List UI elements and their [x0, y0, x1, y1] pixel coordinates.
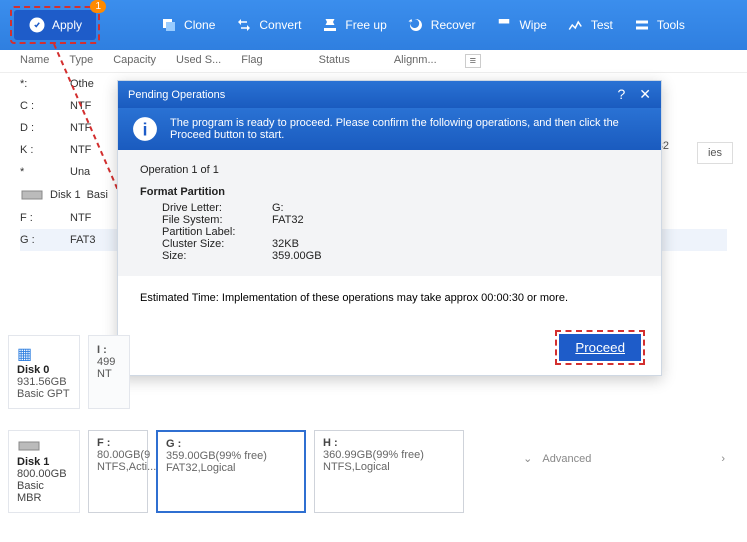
proceed-highlight: Proceed — [555, 330, 645, 365]
recover-label: Recover — [431, 18, 476, 32]
tile-size: 360.99GB(99% free) — [323, 449, 455, 461]
col-align[interactable]: Alignm... — [394, 54, 437, 68]
dialog-body: Operation 1 of 1 Format Partition Drive … — [118, 150, 661, 276]
kv-val: FAT32 — [272, 214, 304, 226]
apply-button[interactable]: Apply — [14, 10, 96, 40]
col-status[interactable]: Status — [319, 54, 350, 68]
wipe-button[interactable]: Wipe — [495, 16, 546, 34]
info-icon: i — [132, 116, 158, 142]
check-circle-icon — [28, 16, 46, 34]
test-label: Test — [591, 18, 613, 32]
apply-highlight: Apply 1 — [10, 6, 100, 44]
disk1-name: Disk 1 — [17, 456, 71, 468]
dialog-titlebar: Pending Operations ? ✕ — [118, 81, 661, 108]
col-used[interactable]: Used S... — [176, 54, 221, 68]
tile-type: NTFS,Acti... — [97, 461, 139, 473]
tile-letter: H : — [323, 437, 455, 449]
col-capacity[interactable]: Capacity — [113, 54, 156, 68]
tile-size: 80.00GB(9 — [97, 449, 139, 461]
partition-tile-f[interactable]: F : 80.00GB(9 NTFS,Acti... — [88, 430, 148, 513]
kv-key: Drive Letter: — [162, 202, 272, 214]
tile-size: 359.00GB(99% free) — [166, 450, 296, 462]
kv-val: 32KB — [272, 238, 299, 250]
kv-val: G: — [272, 202, 284, 214]
column-headers: Name Type Capacity Used S... Flag Status… — [0, 50, 747, 73]
dialog-message: i The program is ready to proceed. Pleas… — [118, 108, 661, 150]
wipe-label: Wipe — [519, 18, 546, 32]
disk-icon — [20, 188, 44, 202]
col-type[interactable]: Type — [69, 54, 93, 68]
partition-tile-g-selected[interactable]: G : 359.00GB(99% free) FAT32,Logical — [156, 430, 306, 513]
tools-button[interactable]: Tools — [633, 16, 685, 34]
help-icon[interactable]: ? — [617, 86, 625, 103]
disk1-type: Basic MBR — [17, 480, 71, 504]
wipe-icon — [495, 16, 513, 34]
dialog-message-text: The program is ready to proceed. Please … — [170, 117, 647, 141]
disk0-size: 931.56GB — [17, 376, 71, 388]
operation-name: Format Partition — [140, 186, 639, 198]
dialog-title: Pending Operations — [128, 89, 225, 101]
disk1-size: 800.00GB — [17, 468, 71, 480]
tile-letter: F : — [97, 437, 139, 449]
kv-val: 359.00GB — [272, 250, 322, 262]
disk0-type: Basic GPT — [17, 388, 71, 400]
operation-details: Drive Letter:G: File System:FAT32 Partit… — [162, 202, 639, 262]
kv-key: Size: — [162, 250, 272, 262]
freeup-label: Free up — [345, 18, 386, 32]
freeup-icon — [321, 16, 339, 34]
tile-type: NTFS,Logical — [323, 461, 455, 473]
tools-label: Tools — [657, 18, 685, 32]
clone-label: Clone — [184, 18, 215, 32]
tile-size: 499 — [97, 356, 121, 368]
estimate-text: Estimated Time: Implementation of these … — [118, 276, 661, 320]
recover-icon — [407, 16, 425, 34]
test-button[interactable]: Test — [567, 16, 613, 34]
kv-key: File System: — [162, 214, 272, 226]
test-icon — [567, 16, 585, 34]
operation-count: Operation 1 of 1 — [140, 164, 639, 176]
clone-button[interactable]: Clone — [160, 16, 215, 34]
tile-type: FAT32,Logical — [166, 462, 296, 474]
tile-letter: I : — [97, 344, 121, 356]
advanced-toggle[interactable]: ⌄ Advanced › — [523, 452, 725, 465]
clone-icon — [160, 16, 178, 34]
tile-type: NT — [97, 368, 121, 380]
side-tab[interactable]: ies — [697, 142, 733, 164]
tools-icon — [633, 16, 651, 34]
kv-key: Cluster Size: — [162, 238, 272, 250]
recover-button[interactable]: Recover — [407, 16, 476, 34]
apply-badge: 1 — [90, 0, 106, 13]
disk0-name: Disk 0 — [17, 364, 71, 376]
disk1-tiles: Disk 1 800.00GB Basic MBR F : 80.00GB(9 … — [8, 430, 464, 513]
convert-label: Convert — [259, 18, 301, 32]
dialog-footer: Proceed — [118, 320, 661, 375]
convert-icon — [235, 16, 253, 34]
partition-tile-h[interactable]: H : 360.99GB(99% free) NTFS,Logical — [314, 430, 464, 513]
partition-tile-i[interactable]: I : 499 NT — [88, 335, 130, 409]
col-flag[interactable]: Flag — [241, 54, 262, 68]
chevron-down-icon: ⌄ — [523, 452, 532, 465]
tile-letter: G : — [166, 438, 296, 450]
col-name[interactable]: Name — [20, 54, 49, 68]
disk-grid-icon: ▦ — [17, 344, 71, 364]
close-icon[interactable]: ✕ — [639, 86, 651, 103]
kv-key: Partition Label: — [162, 226, 272, 238]
advanced-label: Advanced — [542, 453, 591, 465]
freeup-button[interactable]: Free up — [321, 16, 386, 34]
chevron-right-icon: › — [721, 453, 725, 465]
svg-text:i: i — [143, 120, 148, 140]
toolbar: Apply 1 Clone Convert Free up Recover Wi… — [0, 0, 747, 50]
apply-label: Apply — [52, 18, 82, 32]
disk-icon — [17, 439, 41, 453]
convert-button[interactable]: Convert — [235, 16, 301, 34]
disk0-tile[interactable]: ▦ Disk 0 931.56GB Basic GPT — [8, 335, 80, 409]
disk1-tile[interactable]: Disk 1 800.00GB Basic MBR — [8, 430, 80, 513]
proceed-button[interactable]: Proceed — [559, 334, 641, 361]
disk0-tiles: ▦ Disk 0 931.56GB Basic GPT I : 499 NT — [8, 335, 130, 409]
pending-operations-dialog: Pending Operations ? ✕ i The program is … — [117, 80, 662, 376]
view-mode-icon[interactable]: ≡ — [465, 54, 481, 68]
